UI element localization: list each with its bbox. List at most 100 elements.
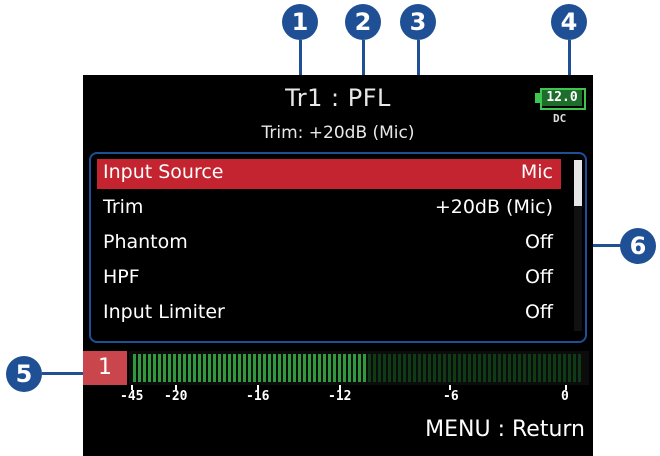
menu-item-trim[interactable]: Trim +20dB (Mic) (97, 194, 561, 224)
menu-item-label: Trim (103, 196, 144, 218)
meter-segment (468, 354, 471, 382)
callout-6: 6 (620, 228, 656, 264)
meter-segment (248, 354, 251, 382)
meter-segment (418, 354, 421, 382)
meter-segment (448, 354, 451, 382)
menu-return-hint: MENU : Return (425, 417, 585, 442)
meter-segment (543, 354, 546, 382)
device-screen: Tr1 : PFL Trim: +20dB (Mic) 12.0 DC Inpu… (83, 75, 593, 456)
meter-segment (353, 354, 356, 382)
meter-segment (263, 354, 266, 382)
settings-menu: Input Source Mic Trim +20dB (Mic) Phanto… (89, 152, 587, 343)
menu-item-label: Input Source (103, 161, 224, 183)
meter-segment (288, 354, 291, 382)
meter-segment (138, 354, 141, 382)
meter-segment (443, 354, 446, 382)
meter-segment (218, 354, 221, 382)
scale-label: -12 (328, 389, 352, 404)
callout-4: 4 (551, 4, 587, 40)
menu-scrollbar-thumb[interactable] (574, 160, 582, 206)
meter-segment (303, 354, 306, 382)
menu-item-label: HPF (103, 266, 140, 288)
menu-item-value: +20dB (Mic) (434, 196, 553, 218)
power-source-label: DC (553, 112, 567, 125)
meter-segment (243, 354, 246, 382)
meter-segment (343, 354, 346, 382)
meter-segment (523, 354, 526, 382)
meter-segment (368, 354, 371, 382)
meter-segment (328, 354, 331, 382)
meter-segment (228, 354, 231, 382)
meter-segment (163, 354, 166, 382)
channel-number: 1 (83, 351, 127, 385)
meter-segment (333, 354, 336, 382)
meter-segment (503, 354, 506, 382)
menu-item-label: Input Limiter (103, 301, 225, 323)
meter-segment (408, 354, 411, 382)
meter-segment (428, 354, 431, 382)
battery-voltage: 12.0 (542, 90, 582, 106)
callout-5: 5 (6, 356, 42, 392)
meter-segment (233, 354, 236, 382)
meter-segment (483, 354, 486, 382)
level-meter (129, 351, 589, 385)
menu-item-input-source[interactable]: Input Source Mic (97, 159, 561, 189)
menu-scrollbar[interactable] (574, 160, 582, 331)
meter-segment (238, 354, 241, 382)
meter-segment (213, 354, 216, 382)
meter-segment (493, 354, 496, 382)
meter-segment (453, 354, 456, 382)
meter-segment (168, 354, 171, 382)
meter-segment (378, 354, 381, 382)
meter-segment (318, 354, 321, 382)
meter-segment (323, 354, 326, 382)
screen-title: Tr1 : PFL (285, 84, 391, 112)
meter-segment (488, 354, 491, 382)
meter-segment (183, 354, 186, 382)
callout-3: 3 (400, 4, 436, 40)
meter-segment (518, 354, 521, 382)
meter-segment (223, 354, 226, 382)
meter-segment (363, 354, 366, 382)
meter-segment (473, 354, 476, 382)
meter-segment (278, 354, 281, 382)
meter-segment (258, 354, 261, 382)
meter-segment (533, 354, 536, 382)
meter-segment (178, 354, 181, 382)
meter-segment (498, 354, 501, 382)
meter-segment (158, 354, 161, 382)
meter-segment (273, 354, 276, 382)
meter-segment (403, 354, 406, 382)
meter-segment (293, 354, 296, 382)
scale-label: -45 (120, 389, 144, 404)
meter-segment (338, 354, 341, 382)
meter-segment (508, 354, 511, 382)
meter-segment (193, 354, 196, 382)
meter-segment (573, 354, 576, 382)
meter-segment (558, 354, 561, 382)
meter-segment (383, 354, 386, 382)
meter-segment (253, 354, 256, 382)
menu-item-value: Off (524, 301, 553, 323)
menu-item-input-limiter[interactable]: Input Limiter Off (97, 299, 561, 329)
meter-segment (538, 354, 541, 382)
menu-item-hpf[interactable]: HPF Off (97, 264, 561, 294)
meter-segment (358, 354, 361, 382)
meter-segment (348, 354, 351, 382)
meter-segment (393, 354, 396, 382)
meter-segment (388, 354, 391, 382)
scale-label: 0 (561, 389, 569, 404)
meter-segment (463, 354, 466, 382)
meter-segment (423, 354, 426, 382)
meter-segment (308, 354, 311, 382)
meter-segment (553, 354, 556, 382)
meter-segment (458, 354, 461, 382)
meter-segment (578, 354, 581, 382)
scale-label: -20 (164, 389, 188, 404)
menu-item-phantom[interactable]: Phantom Off (97, 229, 561, 259)
meter-segment (478, 354, 481, 382)
callout-2: 2 (345, 4, 381, 40)
meter-segment (563, 354, 566, 382)
menu-item-label: Phantom (103, 231, 188, 253)
menu-item-value: Mic (520, 161, 553, 183)
